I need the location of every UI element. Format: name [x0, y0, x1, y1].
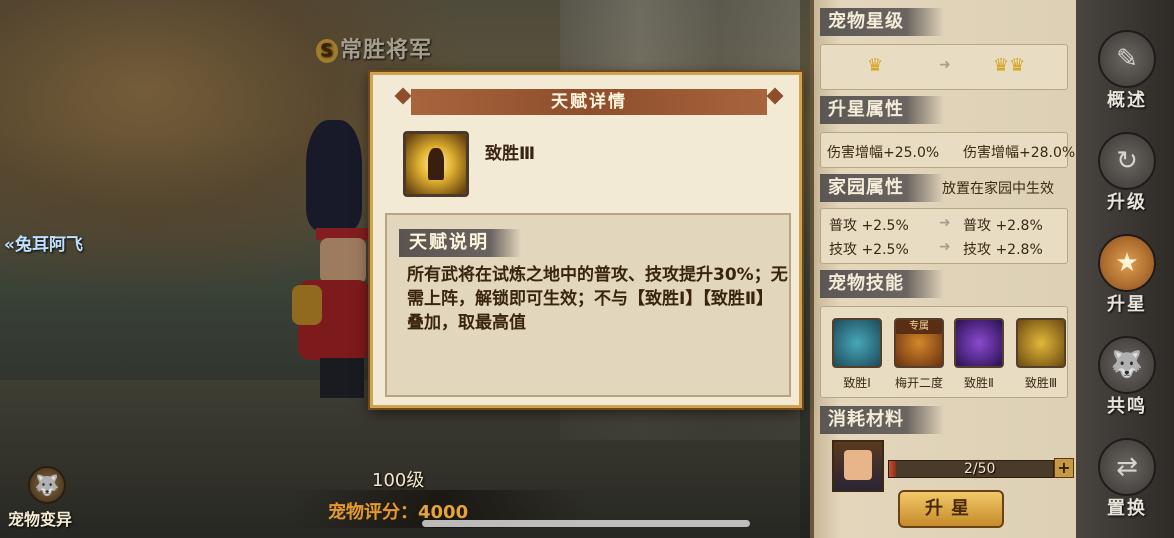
talent-description-box: 天赋说明 所有武将在试炼之地中的普攻、技攻提升30%；无需上阵，解锁即可生效；不… — [385, 213, 791, 397]
prev-pet-button[interactable]: «兔耳阿飞 — [4, 230, 83, 255]
diamond-ornament-icon — [394, 87, 412, 105]
diamond-ornament-icon — [766, 87, 784, 105]
skill-icon[interactable] — [832, 318, 882, 368]
skill-icon[interactable]: 专属 — [894, 318, 944, 368]
star-icon: ★ — [1098, 234, 1156, 292]
tab-label: 升级 — [1107, 192, 1147, 213]
home-attr-box: 普攻 +2.5% ➜ 普攻 +2.8% 技攻 +2.5% ➜ 技攻 +2.8% — [820, 208, 1068, 264]
material-count: 2/50 — [964, 461, 996, 477]
home-attr-note: 放置在家园中生效 — [942, 181, 1054, 197]
swap-icon: ⇄ — [1098, 438, 1156, 496]
section-home-attr: 家园属性 — [820, 174, 944, 202]
tab-overview[interactable]: ✎ 概述 — [1092, 24, 1162, 120]
star-up-button[interactable]: 升星 — [898, 490, 1004, 528]
skill-label: 梅开二度 — [894, 376, 943, 390]
home-attr-current: 普攻 +2.5% — [829, 218, 909, 234]
talent-name: 致胜Ⅲ — [485, 144, 536, 164]
side-tabs: ✎ 概述 ↻ 升级 ★ 升星 🐺 共鸣 ⇄ 置换 — [1076, 0, 1174, 538]
tab-level-up[interactable]: ↻ 升级 — [1092, 126, 1162, 222]
attr-next: 伤害增幅+28.0% — [963, 145, 1076, 161]
prev-pet-label: 兔耳阿飞 — [14, 235, 83, 255]
crown-icon: ♛♛ — [993, 55, 1026, 76]
tab-label: 概述 — [1107, 90, 1147, 111]
skill-label: 致胜Ⅰ — [843, 376, 871, 390]
tab-swap[interactable]: ⇄ 置换 — [1092, 432, 1162, 528]
desc-text: 所有武将在试炼之地中的普攻、技攻提升30%；无需上阵，解锁即可生效；不与【致胜Ⅰ… — [407, 265, 788, 333]
arrow-right-icon: ➜ — [939, 239, 951, 255]
tab-label: 置换 — [1107, 498, 1147, 519]
desc-title: 天赋说明 — [399, 229, 521, 257]
pet-mutate-button[interactable]: 🐺 宠物变异 — [8, 462, 84, 534]
talent-detail-modal: 天赋详情 致胜Ⅲ 天赋说明 所有武将在试炼之地中的普攻、技攻提升30%；无需上阵… — [370, 72, 802, 408]
home-attr-next: 技攻 +2.8% — [963, 242, 1043, 258]
tab-label: 共鸣 — [1107, 396, 1147, 417]
home-indicator[interactable] — [422, 520, 750, 527]
attr-current: 伤害增幅+25.0% — [827, 145, 940, 161]
wolf-icon: 🐺 — [1098, 336, 1156, 394]
section-materials: 消耗材料 — [820, 406, 944, 434]
modal-title: 天赋详情 — [411, 89, 767, 115]
star-level-box: ♛ ➜ ♛♛ — [820, 44, 1068, 90]
home-attr-next: 普攻 +2.8% — [963, 218, 1043, 234]
hero-portrait-icon — [844, 450, 872, 480]
material-progress-fill — [889, 461, 896, 477]
score-label: 宠物评分： — [328, 502, 418, 523]
skill-label: 致胜Ⅱ — [964, 376, 994, 390]
tab-label: 升星 — [1107, 294, 1147, 315]
swirl-icon: ↻ — [1098, 132, 1156, 190]
mutate-label: 宠物变异 — [8, 510, 73, 529]
add-material-button[interactable]: + — [1054, 458, 1074, 478]
wolf-icon: 🐺 — [28, 466, 66, 504]
crown-icon: ♛ — [867, 55, 884, 76]
material-item[interactable] — [832, 440, 884, 492]
skill-icon[interactable] — [954, 318, 1004, 368]
tab-resonance[interactable]: 🐺 共鸣 — [1092, 330, 1162, 426]
arrow-right-icon: ➜ — [939, 215, 951, 231]
section-star-level: 宠物星级 — [820, 8, 944, 36]
arrow-right-icon: ➜ — [939, 57, 951, 73]
talent-figure-icon — [428, 148, 444, 180]
chevron-left-icon: « — [4, 235, 15, 255]
skill-label: 致胜Ⅲ — [1024, 376, 1058, 390]
skill-icon[interactable] — [1016, 318, 1066, 368]
section-upgrade-attr: 升星属性 — [820, 96, 944, 124]
section-pet-skills: 宠物技能 — [820, 270, 944, 298]
talent-icon[interactable] — [403, 131, 469, 197]
pet-level: 100级 — [372, 470, 425, 491]
pet-detail-panel: 宠物星级 ♛ ➜ ♛♛ 升星属性 伤害增幅+25.0% 伤害增幅+28.0% 家… — [810, 0, 1076, 538]
exclusive-tag: 专属 — [896, 320, 942, 334]
home-attr-current: 技攻 +2.5% — [829, 242, 909, 258]
scroll-icon: ✎ — [1098, 30, 1156, 88]
tab-star-up[interactable]: ★ 升星 — [1092, 228, 1162, 324]
upgrade-attr-box: 伤害增幅+25.0% 伤害增幅+28.0% — [820, 132, 1075, 168]
